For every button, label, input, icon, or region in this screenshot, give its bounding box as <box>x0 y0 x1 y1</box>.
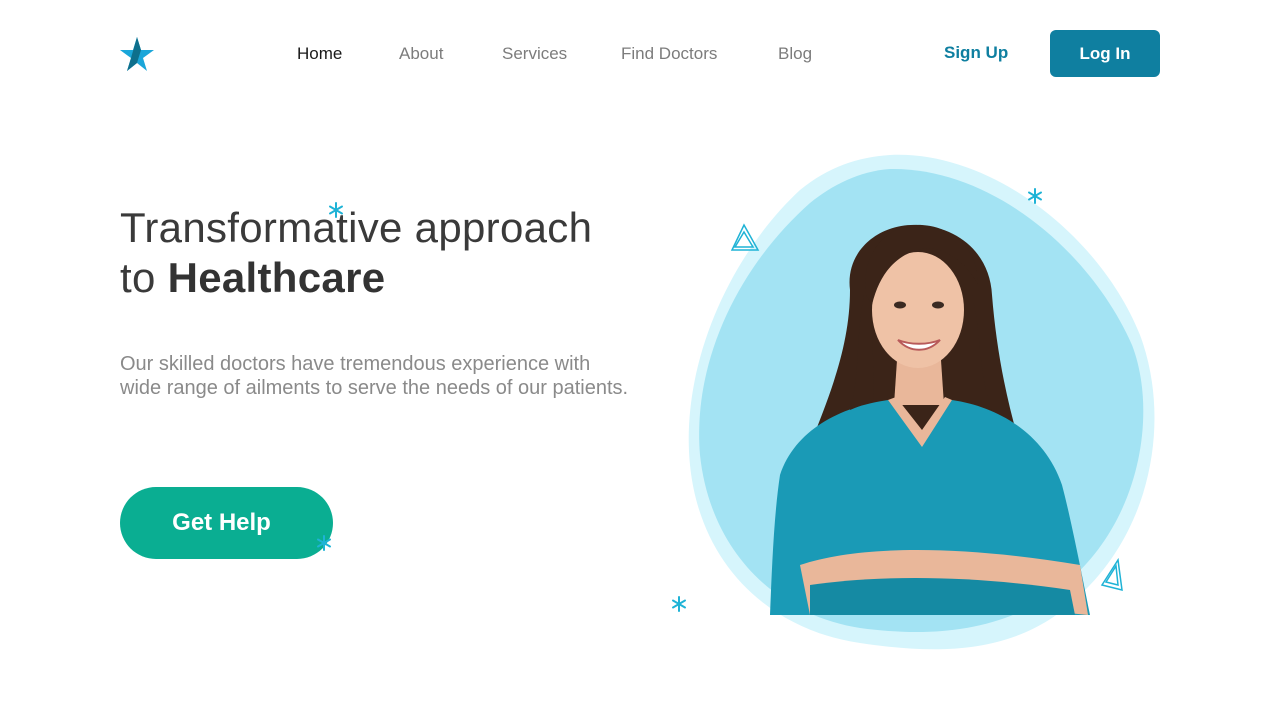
nav-blog[interactable]: Blog <box>778 44 812 64</box>
hero-title-line2: to Healthcare <box>120 253 680 303</box>
hero-title-line1: Transformative approach <box>120 204 593 251</box>
nav-find-doctors[interactable]: Find Doctors <box>621 44 717 64</box>
sparkle-icon <box>329 202 343 218</box>
sparkle-icon <box>672 596 686 612</box>
sparkle-icon <box>317 535 331 551</box>
hero-title-bold: Healthcare <box>167 254 386 301</box>
nav-services[interactable]: Services <box>502 44 567 64</box>
hero-title: Transformative approach to Healthcare <box>120 203 680 303</box>
log-in-button[interactable]: Log In <box>1050 30 1160 77</box>
get-help-button[interactable]: Get Help <box>120 487 333 559</box>
hero-doctor-image <box>672 154 1155 650</box>
hero-description: Our skilled doctors have tremendous expe… <box>120 353 629 399</box>
nav-about[interactable]: About <box>399 44 443 64</box>
hero-title-prefix: to <box>120 254 168 301</box>
sign-up-link[interactable]: Sign Up <box>944 43 1008 63</box>
star-logo-icon[interactable] <box>119 36 155 72</box>
nav-home[interactable]: Home <box>297 44 342 64</box>
